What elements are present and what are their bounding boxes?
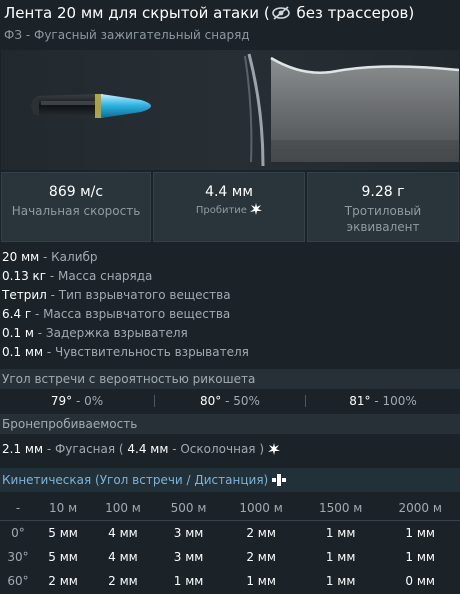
eye-slash-icon — [271, 5, 290, 25]
ammo-type-subtitle: ФЗ - Фугасный зажигательный снаряд — [4, 28, 250, 42]
penetration-section-header: Бронепробиваемость — [0, 414, 460, 434]
table-header-row: - 10 м 100 м 500 м 1000 м 1500 м 2000 м — [0, 496, 460, 521]
shell-fragment-icon — [272, 473, 287, 487]
ricochet-cell: 81° - 100% — [349, 394, 417, 408]
table-row: 0° 5 мм 4 мм 3 мм 2 мм 1 мм 1 мм — [11, 526, 435, 540]
stat-tnt-equivalent: 9.28 г Тротиловый эквивалент — [307, 172, 459, 242]
table-row: 30° 5 мм 4 мм 3 мм 2 мм 1 мм 1 мм — [7, 550, 435, 564]
burst-icon — [267, 442, 280, 456]
prop-explosive-mass: 6.4 г - Масса взрывчатого вещества — [2, 307, 231, 321]
ricochet-cell: 80° - 50% — [200, 394, 260, 408]
ricochet-cell: 79° - 0% — [50, 394, 104, 408]
shell-penetration-preview — [1, 50, 459, 170]
stat-penetration: 4.4 мм Пробитие — [153, 172, 305, 242]
stats-panel: 869 м/с Начальная скорость 4.4 мм Пробит… — [1, 172, 459, 242]
kinetic-penetration-table: - 10 м 100 м 500 м 1000 м 1500 м 2000 м … — [0, 496, 460, 593]
prop-caliber: 20 мм - Калибр — [2, 250, 98, 264]
ricochet-row: 79° - 0% 80° - 50% 81° - 100% — [0, 392, 460, 410]
shell-properties-list: 20 мм - Калибр 0.13 кг - Масса снаряда Т… — [2, 248, 458, 362]
prop-fuse-delay: 0.1 м - Задержка взрывателя — [2, 326, 188, 340]
header: Лента 20 мм для скрытой атаки ( без трас… — [0, 0, 460, 50]
burst-icon — [250, 203, 263, 216]
ricochet-section-header: Угол встречи с вероятностью рикошета — [0, 369, 460, 389]
prop-explosive-type: Тетрил - Тип взрывчатого вещества — [2, 288, 231, 302]
table-row: 60° 2 мм 2 мм 1 мм 1 мм 1 мм 0 мм — [7, 574, 435, 588]
kinetic-section-header: Кинетическая (Угол встречи / Дистанция) — [0, 468, 460, 492]
armor-plate-model — [244, 53, 459, 167]
stat-muzzle-velocity: 869 м/с Начальная скорость — [1, 172, 151, 242]
prop-fuse-sensitivity: 0.1 мм - Чувствительность взрывателя — [2, 345, 249, 359]
penetration-values: 2.1 мм - Фугасная ( 4.4 мм - Осколочная … — [2, 439, 280, 459]
ammo-title: Лента 20 мм для скрытой атаки ( без трас… — [4, 3, 456, 25]
prop-shell-mass: 0.13 кг - Масса снаряда — [2, 269, 153, 283]
